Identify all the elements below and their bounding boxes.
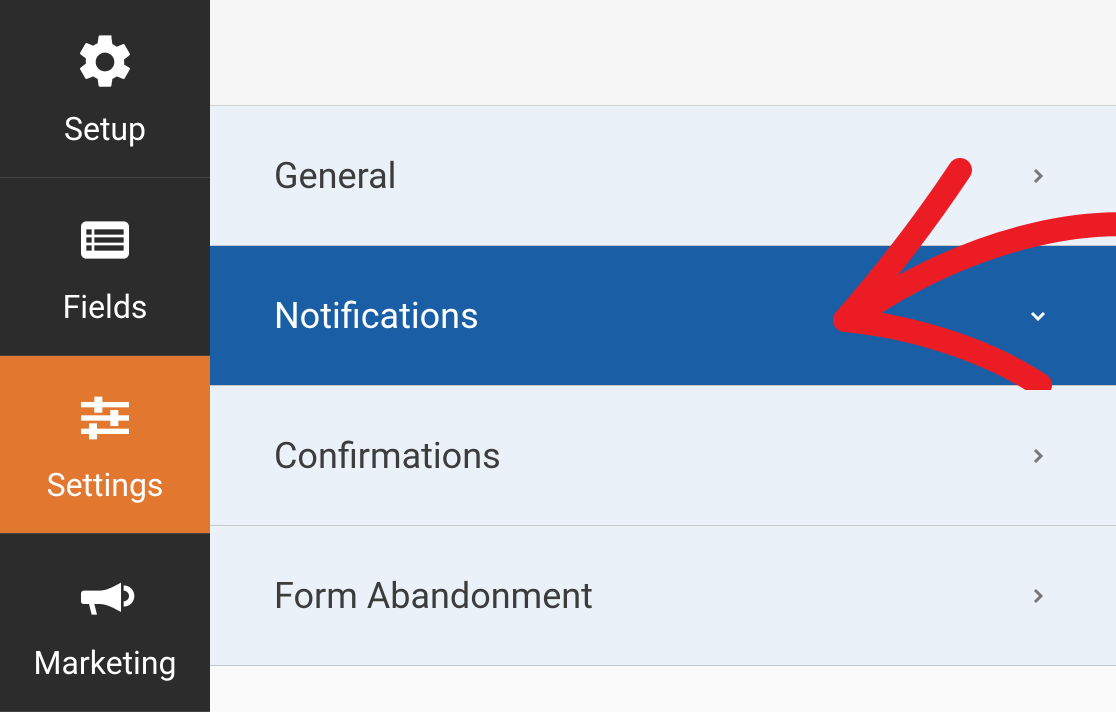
sidebar-item-label: Marketing — [34, 644, 177, 682]
list-icon — [73, 208, 137, 272]
sidebar-item-marketing[interactable]: Marketing — [0, 534, 210, 712]
settings-panel-list: General Notifications Confirmations Form… — [210, 106, 1116, 712]
panel-item-confirmations[interactable]: Confirmations — [210, 386, 1116, 526]
chevron-down-icon — [1024, 302, 1052, 330]
panel-item-label: Notifications — [274, 295, 479, 337]
sidebar-item-settings[interactable]: Settings — [0, 356, 210, 534]
panel-item-label: General — [274, 155, 396, 197]
panel-item-general[interactable]: General — [210, 106, 1116, 246]
main-content: General Notifications Confirmations Form… — [210, 0, 1116, 712]
sidebar-nav: Setup Fields Settings Marketing — [0, 0, 210, 712]
chevron-right-icon — [1024, 582, 1052, 610]
sidebar-item-fields[interactable]: Fields — [0, 178, 210, 356]
sidebar-item-label: Settings — [47, 466, 164, 504]
app-root: Setup Fields Settings Marketing General — [0, 0, 1116, 712]
sliders-icon — [73, 386, 137, 450]
panel-item-label: Form Abandonment — [274, 575, 593, 617]
bullhorn-icon — [73, 564, 137, 628]
sidebar-item-setup[interactable]: Setup — [0, 0, 210, 178]
sidebar-item-label: Setup — [64, 110, 146, 148]
panel-item-label: Confirmations — [274, 435, 501, 477]
chevron-right-icon — [1024, 442, 1052, 470]
panel-item-notifications[interactable]: Notifications — [210, 246, 1116, 386]
top-header-spacer — [210, 0, 1116, 106]
panel-item-form-abandonment[interactable]: Form Abandonment — [210, 526, 1116, 666]
sidebar-item-label: Fields — [63, 288, 148, 326]
chevron-right-icon — [1024, 162, 1052, 190]
gear-icon — [73, 30, 137, 94]
